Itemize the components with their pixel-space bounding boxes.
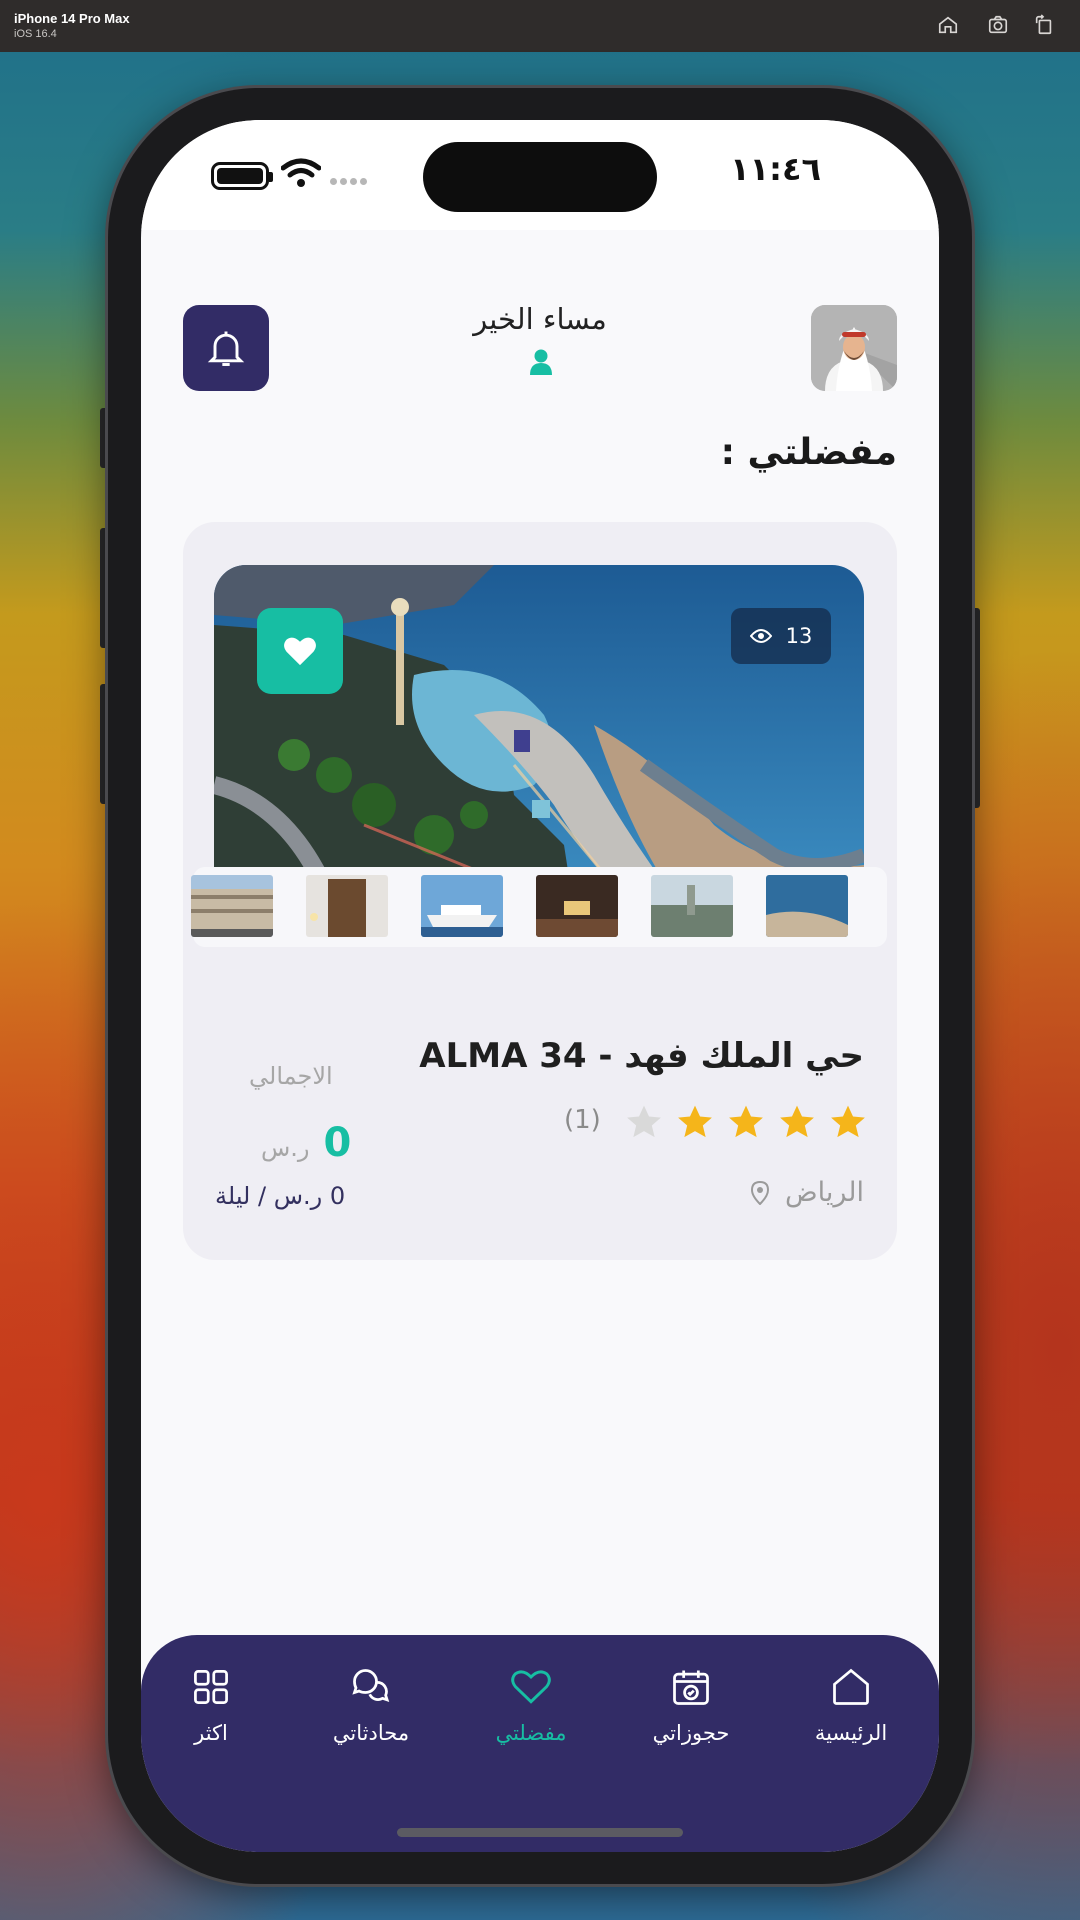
nav-item-favorites[interactable]: مفضلتي xyxy=(466,1665,596,1745)
person-icon xyxy=(530,349,552,375)
status-time: ١١:٤٦ xyxy=(730,150,821,188)
nav-label-bookings: حجوزاتي xyxy=(652,1721,730,1745)
phone-screen: ١١:٤٦ مساء الخير مفضلتي : 13 ALMA 34 - ح… xyxy=(141,120,939,1852)
thumbnail[interactable] xyxy=(191,875,273,937)
bell-icon xyxy=(207,331,245,366)
home-indicator[interactable] xyxy=(397,1828,683,1837)
listing-photo[interactable]: 13 xyxy=(214,565,864,910)
heart-icon xyxy=(284,637,316,666)
avatar[interactable] xyxy=(811,305,897,391)
notifications-button[interactable] xyxy=(183,305,269,391)
greeting-text: مساء الخير xyxy=(473,302,607,336)
views-count: 13 xyxy=(785,624,813,648)
signal-icon xyxy=(330,178,367,185)
simulator-os-version: iOS 16.4 xyxy=(14,28,57,40)
screenshot-icon[interactable] xyxy=(987,14,1009,36)
rating-stars xyxy=(625,1104,867,1140)
volume-up-button xyxy=(100,528,108,648)
price-value: 0 xyxy=(323,1120,352,1166)
nav-label-more: اكثر xyxy=(194,1721,228,1745)
chat-icon xyxy=(352,1669,390,1702)
total-label: الاجمالي xyxy=(249,1062,333,1090)
thumbnail[interactable] xyxy=(536,875,618,937)
star-icon xyxy=(678,1105,712,1138)
views-badge: 13 xyxy=(731,608,831,664)
thumbnail[interactable] xyxy=(306,875,388,937)
listing-title: ALMA 34 - حي الملك فهد xyxy=(419,1036,864,1076)
map-pin-icon xyxy=(750,1180,769,1205)
grid-icon xyxy=(194,1670,228,1704)
nav-item-home[interactable]: الرئيسية xyxy=(786,1665,916,1745)
thumbnail[interactable] xyxy=(651,875,733,937)
location-text: الرياض xyxy=(784,1177,864,1208)
price-currency: ر.س xyxy=(261,1134,310,1162)
heart-icon xyxy=(511,1670,551,1704)
nav-label-home: الرئيسية xyxy=(814,1721,888,1745)
calendar-check-icon xyxy=(673,1670,709,1705)
thumbnail[interactable] xyxy=(766,875,848,937)
volume-down-button xyxy=(100,684,108,804)
dynamic-island xyxy=(423,142,657,212)
per-night-price: 0 ر.س / ليلة xyxy=(215,1182,346,1210)
star-icon xyxy=(780,1105,814,1138)
simulator-device-name: iPhone 14 Pro Max xyxy=(14,11,130,26)
simulator-toolbar: iPhone 14 Pro Max iOS 16.4 xyxy=(0,0,1080,52)
location-row: الرياض xyxy=(750,1177,864,1208)
nav-item-chats[interactable]: محادثاتي xyxy=(306,1665,436,1745)
favorite-button[interactable] xyxy=(257,608,343,694)
star-icon xyxy=(831,1105,865,1138)
nav-label-chats: محادثاتي xyxy=(332,1721,410,1745)
profile-photo xyxy=(811,305,897,391)
nav-label-favorites: مفضلتي xyxy=(495,1721,567,1745)
thumbnail-strip xyxy=(191,867,887,947)
nav-item-bookings[interactable]: حجوزاتي xyxy=(626,1665,756,1745)
wifi-icon xyxy=(281,158,321,187)
status-bar: ١١:٤٦ xyxy=(141,120,939,230)
eye-icon xyxy=(749,629,772,643)
nav-item-more[interactable]: اكثر xyxy=(146,1665,276,1745)
section-title: مفضلتي : xyxy=(720,432,897,473)
bottom-navigation: الرئيسية حجوزاتي مفضلتي محادثاتي اكثر xyxy=(141,1635,939,1852)
listing-card[interactable]: 13 ALMA 34 - حي الملك فهد (1) الرياض الا… xyxy=(183,522,897,1260)
star-empty-icon xyxy=(627,1105,661,1138)
power-button xyxy=(972,608,980,808)
home-icon xyxy=(833,1668,869,1705)
rotate-icon[interactable] xyxy=(1033,14,1055,36)
star-icon xyxy=(729,1105,763,1138)
home-icon[interactable] xyxy=(937,14,959,36)
total-price: 0 ر.س xyxy=(261,1120,351,1166)
battery-icon xyxy=(211,162,273,190)
rating-count: (1) xyxy=(564,1105,601,1135)
thumbnail[interactable] xyxy=(421,875,503,937)
mute-switch xyxy=(100,408,108,468)
